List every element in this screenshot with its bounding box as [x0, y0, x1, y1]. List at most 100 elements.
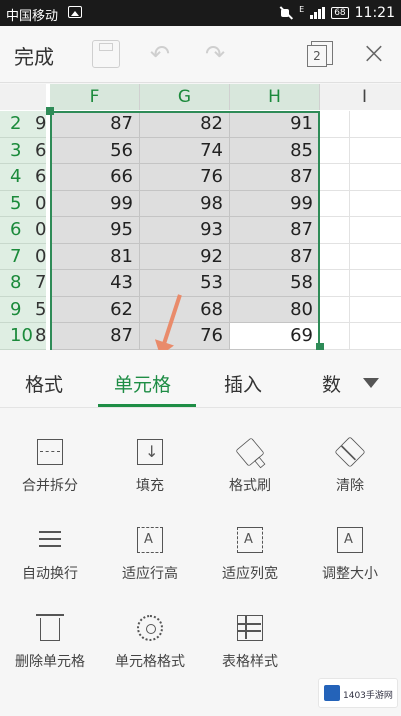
selection-handle-top-left[interactable]	[46, 107, 54, 115]
table-cell[interactable]: 80	[230, 296, 320, 323]
table-cell[interactable]: 82	[140, 111, 230, 138]
table-cell[interactable]: 91	[230, 111, 320, 138]
table-cell[interactable]: 99	[50, 190, 140, 217]
merge-split-button[interactable]: 合并拆分	[0, 409, 100, 495]
redo-icon[interactable]: ↷	[201, 40, 229, 68]
save-icon[interactable]	[92, 40, 120, 68]
close-icon[interactable]: ×	[360, 39, 388, 69]
column-header-f[interactable]: F	[50, 84, 140, 110]
tool-label: 合并拆分	[22, 478, 78, 494]
top-toolbar: 完成 ↶ ↷ 2 ×	[0, 26, 401, 83]
tab-format[interactable]: 格式	[25, 370, 63, 397]
table-cell[interactable]: 66	[50, 164, 140, 191]
carrier-name: 中国移动	[6, 9, 59, 24]
table-cell[interactable]: 99	[230, 190, 320, 217]
table-cell[interactable]: 62	[50, 296, 140, 323]
row-number: 9	[10, 298, 22, 320]
wrap-text-button[interactable]: 自动换行	[0, 497, 100, 583]
table-cell[interactable]: 69	[230, 323, 320, 350]
tool-label: 填充	[136, 478, 164, 494]
spreadsheet-grid[interactable]: F G H I 2 9 87 82 91 3 6 56 74 85 4 6 66 76 87 5 0 99 98 99…	[0, 84, 401, 350]
row-header[interactable]: 50	[0, 190, 46, 217]
row-header[interactable]: 46	[0, 164, 46, 191]
empty-cell[interactable]	[320, 323, 401, 350]
empty-cell[interactable]	[320, 164, 401, 191]
column-header-i[interactable]: I	[320, 84, 401, 110]
row-header[interactable]: 95	[0, 296, 46, 323]
status-bar: 中国移动 E 68 11:21	[0, 0, 401, 26]
table-cell[interactable]: 43	[50, 270, 140, 297]
more-tabs-icon[interactable]	[363, 378, 379, 388]
row-header[interactable]: 87	[0, 270, 46, 297]
trash-icon	[36, 614, 64, 641]
table-cell[interactable]: 74	[140, 137, 230, 164]
tab-data[interactable]: 数	[322, 370, 341, 397]
row-number: 4	[10, 166, 22, 187]
table-style-button[interactable]: 表格样式	[200, 585, 300, 671]
table-cell[interactable]: 87	[230, 217, 320, 244]
fit-row-height-icon	[137, 527, 163, 553]
table-cell[interactable]: 76	[140, 164, 230, 191]
selection-handle-bottom-right[interactable]	[316, 343, 324, 350]
fit-column-width-button[interactable]: 适应列宽	[200, 497, 300, 583]
clipped-cell-value: 6	[35, 139, 46, 161]
table-cell[interactable]: 95	[50, 217, 140, 244]
clipped-cell-value: 0	[35, 219, 46, 240]
table-cell[interactable]: 87	[50, 111, 140, 138]
active-tab-indicator	[98, 404, 196, 407]
table-cell[interactable]: 98	[140, 190, 230, 217]
ribbon-tabs: 格式 单元格 插入 数	[0, 350, 401, 408]
undo-icon[interactable]: ↶	[146, 40, 174, 68]
table-cell[interactable]: 81	[50, 243, 140, 270]
table-cell[interactable]: 87	[50, 323, 140, 350]
table-cell[interactable]: 87	[230, 243, 320, 270]
clipped-cell-value: 9	[35, 113, 46, 134]
column-header-h[interactable]: H	[230, 84, 320, 110]
fill-button[interactable]: 填充	[100, 409, 200, 495]
row-header[interactable]: 70	[0, 243, 46, 270]
mute-icon	[279, 6, 293, 20]
table-cell[interactable]: 56	[50, 137, 140, 164]
fit-row-height-button[interactable]: 适应行高	[100, 497, 200, 583]
table-cell[interactable]: 87	[230, 164, 320, 191]
empty-cell[interactable]	[320, 190, 401, 217]
clipped-cell-value: 6	[35, 166, 46, 187]
empty-cell[interactable]	[320, 243, 401, 270]
row-number: 5	[10, 192, 22, 214]
cell-format-button[interactable]: 单元格格式	[100, 585, 200, 671]
table-cell[interactable]: 93	[140, 217, 230, 244]
empty-cell[interactable]	[320, 217, 401, 244]
table-cell[interactable]: 58	[230, 270, 320, 297]
corner-cell[interactable]	[0, 84, 50, 110]
table-cell[interactable]: 85	[230, 137, 320, 164]
row-header[interactable]: 36	[0, 137, 46, 164]
network-type: E	[299, 4, 305, 14]
tool-label: 适应列宽	[222, 566, 278, 582]
tab-cell[interactable]: 单元格	[114, 370, 171, 397]
tool-label: 清除	[336, 478, 364, 494]
clear-button[interactable]: 清除	[300, 409, 400, 495]
done-button[interactable]: 完成	[14, 41, 54, 70]
table-cell[interactable]: 92	[140, 243, 230, 270]
table-cell[interactable]: 68	[140, 296, 230, 323]
table-cell[interactable]: 53	[140, 270, 230, 297]
tool-label: 格式刷	[229, 478, 271, 494]
eraser-icon	[334, 436, 366, 468]
empty-cell[interactable]	[320, 270, 401, 297]
row-header[interactable]: 29	[0, 111, 46, 138]
tab-insert[interactable]: 插入	[224, 370, 262, 397]
row-number: 2	[10, 113, 22, 134]
delete-cell-button[interactable]: 删除单元格	[0, 585, 100, 671]
sheets-switcher-icon[interactable]: 2	[305, 40, 333, 68]
column-header-g[interactable]: G	[140, 84, 230, 110]
empty-cell[interactable]	[320, 296, 401, 323]
format-painter-button[interactable]: 格式刷	[200, 409, 300, 495]
table-style-icon	[237, 615, 263, 641]
clipped-cell-value: 0	[35, 245, 46, 267]
row-header[interactable]: 60	[0, 217, 46, 244]
resize-button[interactable]: 调整大小	[300, 497, 400, 583]
empty-cell[interactable]	[320, 111, 401, 138]
empty-cell[interactable]	[320, 137, 401, 164]
row-number: 3	[10, 139, 22, 161]
row-header[interactable]: 10 8	[0, 323, 46, 350]
